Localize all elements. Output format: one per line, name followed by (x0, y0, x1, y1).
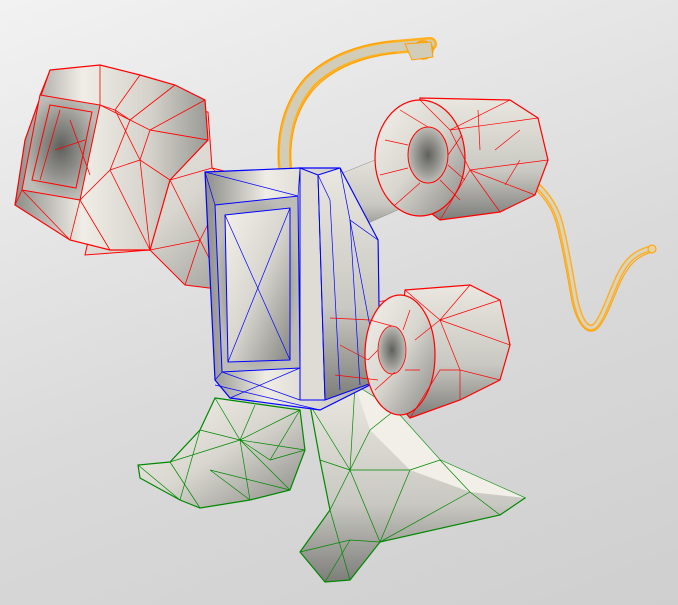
top-right-cylinder[interactable] (374, 97, 549, 221)
mesh-scene[interactable] (0, 0, 678, 605)
3d-viewport[interactable] (0, 0, 678, 605)
right-tail[interactable] (525, 175, 657, 332)
torso-block[interactable] (204, 167, 381, 411)
left-foot[interactable] (137, 397, 306, 509)
